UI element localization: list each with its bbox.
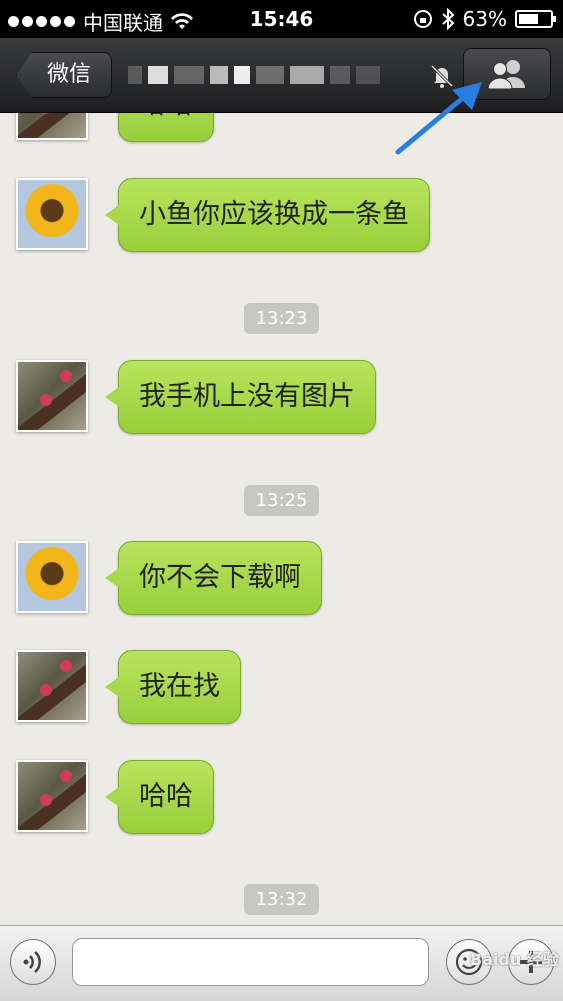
watermark: Baidu 经验 bbox=[470, 950, 559, 969]
message-bubble[interactable]: 小鱼你应该换成一条鱼 bbox=[105, 178, 430, 252]
message-row: 小鱼你应该换成一条鱼 bbox=[16, 178, 430, 252]
rotation-lock-icon bbox=[413, 10, 432, 28]
chat-title-pixelated bbox=[128, 60, 418, 90]
timestamp-label: 13:25 bbox=[243, 485, 320, 516]
message-bubble[interactable]: 我手机上没有图片 bbox=[105, 360, 376, 434]
message-bubble[interactable]: 哈哈 bbox=[105, 113, 214, 142]
avatar[interactable] bbox=[16, 541, 88, 613]
back-button[interactable]: 微信 bbox=[16, 52, 113, 98]
timestamp-label: 13:32 bbox=[243, 884, 320, 915]
avatar[interactable] bbox=[16, 113, 88, 140]
annotation-arrow bbox=[395, 82, 482, 155]
voice-icon bbox=[23, 951, 41, 973]
message-input[interactable] bbox=[72, 938, 429, 986]
message-row: 哈哈 bbox=[16, 760, 214, 834]
bluetooth-icon bbox=[441, 8, 454, 30]
message-row: 哈哈 bbox=[16, 113, 214, 142]
chat-area[interactable]: 哈哈 小鱼你应该换成一条鱼 13:23 我手机上没有图片 13:25 你不会下载… bbox=[0, 113, 563, 925]
status-bar: 中国联通 15:46 63% bbox=[0, 0, 563, 38]
timestamp: 13:23 bbox=[0, 303, 563, 334]
message-row: 我在找 bbox=[16, 650, 241, 724]
timestamp: 13:32 bbox=[0, 884, 563, 915]
avatar[interactable] bbox=[16, 360, 88, 432]
message-bubble[interactable]: 我在找 bbox=[105, 650, 241, 724]
voice-button[interactable] bbox=[10, 939, 56, 985]
message-bubble[interactable]: 哈哈 bbox=[105, 760, 214, 834]
message-bubble[interactable]: 你不会下载啊 bbox=[105, 541, 322, 615]
message-row: 你不会下载啊 bbox=[16, 541, 322, 615]
status-right: 63% bbox=[413, 7, 556, 31]
group-members-icon bbox=[487, 60, 525, 90]
avatar[interactable] bbox=[16, 760, 88, 832]
avatar[interactable] bbox=[16, 650, 88, 722]
avatar[interactable] bbox=[16, 178, 88, 250]
battery-icon bbox=[515, 10, 556, 28]
timestamp-label: 13:23 bbox=[243, 303, 320, 334]
battery-percent: 63% bbox=[462, 7, 507, 31]
message-row: 我手机上没有图片 bbox=[16, 360, 376, 434]
timestamp: 13:25 bbox=[0, 485, 563, 516]
